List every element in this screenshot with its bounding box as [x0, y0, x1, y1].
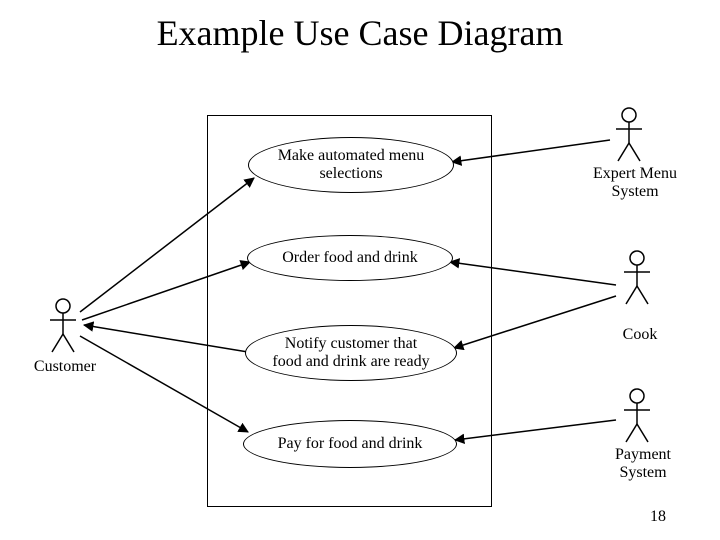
usecase-label: Order food and drink: [282, 249, 418, 267]
slide-stage: Example Use Case Diagram Make automated …: [0, 0, 720, 540]
actor-payment-label: Payment System: [598, 446, 688, 482]
usecase-make-selections: Make automated menu selections: [248, 137, 454, 193]
usecase-pay: Pay for food and drink: [243, 420, 457, 468]
actor-expert-menu-system: [612, 107, 646, 163]
actor-customer: [46, 298, 80, 354]
actor-customer-label: Customer: [25, 358, 105, 376]
actor-cook: [620, 250, 654, 306]
slide-title: Example Use Case Diagram: [0, 12, 720, 54]
usecase-order-food: Order food and drink: [247, 235, 453, 281]
actor-expert-label: Expert Menu System: [580, 165, 690, 201]
usecase-notify-customer: Notify customer that food and drink are …: [245, 325, 457, 381]
actor-cook-label: Cook: [605, 326, 675, 344]
actor-payment-system: [620, 388, 654, 444]
usecase-label: Pay for food and drink: [278, 435, 423, 453]
slide-number: 18: [650, 508, 666, 526]
usecase-label: Notify customer that food and drink are …: [272, 335, 429, 372]
usecase-label: Make automated menu selections: [278, 147, 425, 184]
